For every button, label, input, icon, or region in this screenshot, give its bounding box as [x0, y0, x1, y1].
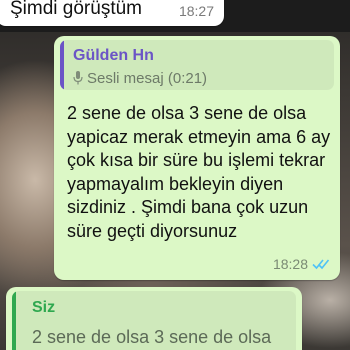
- microphone-icon: [73, 71, 83, 85]
- incoming-message-bubble[interactable]: Şimdi görüştüm 18:27: [0, 0, 224, 26]
- quoted-message[interactable]: Gülden Hn Sesli mesaj (0:21): [60, 40, 334, 90]
- quote-accent-bar: [60, 40, 64, 90]
- outgoing-message-bubble[interactable]: Gülden Hn Sesli mesaj (0:21) 2 sene de o…: [54, 36, 340, 280]
- message-time: 18:27: [178, 3, 214, 19]
- quoted-preview-text: Sesli mesaj (0:21): [87, 70, 208, 87]
- quoted-voice-preview: Sesli mesaj (0:21): [73, 70, 207, 87]
- chat-screen: Şimdi görüştüm 18:27 Gülden Hn Sesli mes…: [0, 0, 350, 350]
- double-check-read-icon: [312, 259, 330, 270]
- outgoing-message-bubble-bottom[interactable]: Siz 2 sene de olsa 3 sene de olsa: [6, 287, 302, 350]
- message-meta: 18:28: [273, 256, 330, 272]
- quoted-text: 2 sene de olsa 3 sene de olsa: [32, 327, 272, 347]
- quoted-message[interactable]: Siz 2 sene de olsa 3 sene de olsa: [12, 291, 296, 350]
- quoted-author: Gülden Hn: [73, 47, 154, 64]
- quoted-author: Siz: [32, 299, 56, 316]
- message-text: 2 sene de olsa 3 sene de olsa yapicaz me…: [67, 103, 331, 241]
- quote-accent-bar: [12, 291, 16, 350]
- message-time: 18:28: [272, 256, 308, 272]
- message-text: Şimdi görüştüm: [10, 0, 142, 19]
